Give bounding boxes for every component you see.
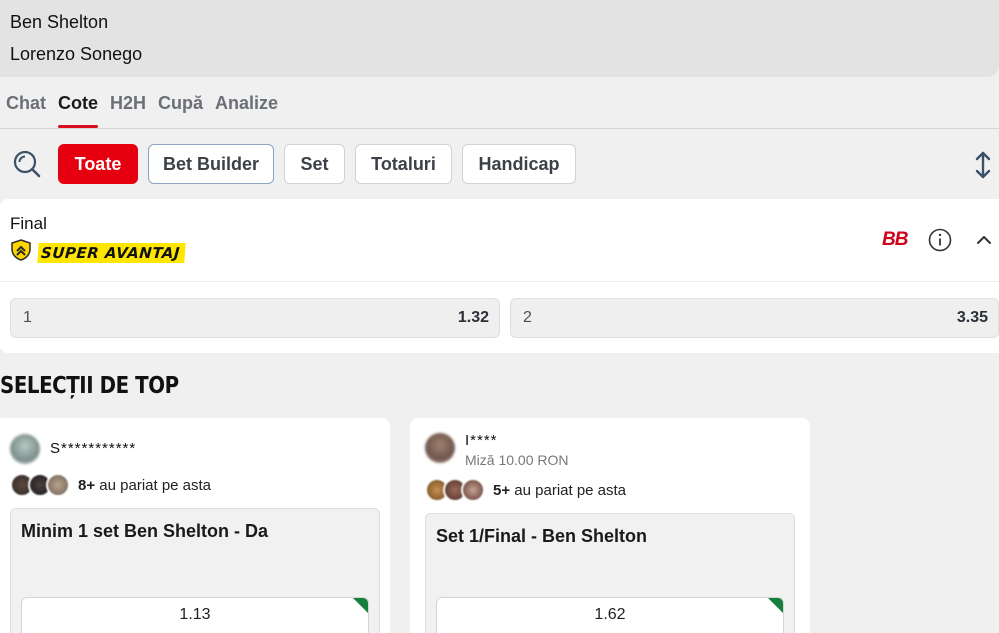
search-icon[interactable] <box>10 147 44 181</box>
green-flag-icon <box>768 598 783 613</box>
tab-h2h[interactable]: H2H <box>104 78 152 128</box>
sort-icon[interactable] <box>970 150 996 180</box>
odd-label: 1 <box>23 309 32 326</box>
player-1-name: Ben Shelton <box>10 12 109 32</box>
market-filters: Toate Bet Builder Set Totaluri Handicap <box>0 144 999 184</box>
selection-odd-value: 1.62 <box>594 606 626 623</box>
filter-bet-builder[interactable]: Bet Builder <box>148 144 274 184</box>
market-title: Final <box>10 214 47 233</box>
selection-box: Minim 1 set Ben Shelton - Da 1.13 <box>10 508 380 633</box>
match-header: Ben Shelton Lorenzo Sonego <box>0 0 999 77</box>
green-flag-icon <box>353 598 368 613</box>
bettors-row: 8+ au pariat pe asta <box>10 473 211 497</box>
bettors-count: 8+ <box>78 476 96 494</box>
user-name: S*********** <box>50 440 137 457</box>
filter-totaluri[interactable]: Totaluri <box>355 144 452 184</box>
filter-toate[interactable]: Toate <box>58 144 138 184</box>
selection-card: I**** Miză 10.00 RON 5+ au pariat pe ast… <box>410 418 810 633</box>
chevron-up-icon[interactable] <box>974 230 994 250</box>
avatar <box>46 473 70 497</box>
tab-cupa[interactable]: Cupă <box>152 78 209 128</box>
selection-title: Set 1/Final - Ben Shelton <box>436 526 648 546</box>
divider <box>0 281 999 282</box>
odd-value: 3.35 <box>956 309 988 326</box>
tab-chat[interactable]: Chat <box>0 78 52 128</box>
avatar <box>10 434 40 464</box>
selection-card: S*********** 8+ au pariat pe asta Minim … <box>0 418 390 633</box>
selection-odd-button[interactable]: 1.62 <box>436 597 784 633</box>
selection-odd-button[interactable]: 1.13 <box>21 597 369 633</box>
bettors-text: 5+ au pariat pe asta <box>493 482 626 499</box>
bettors-count: 5+ <box>493 481 511 499</box>
odd-value: 1.32 <box>457 309 489 326</box>
bettors-row: 5+ au pariat pe asta <box>425 478 626 502</box>
bettors-label: au pariat pe asta <box>99 476 212 494</box>
player-2-name: Lorenzo Sonego <box>10 44 143 64</box>
tab-cote[interactable]: Cote <box>52 78 104 128</box>
super-avantaj-badge: SUPER AVANTAJ <box>10 239 186 266</box>
selection-box: Set 1/Final - Ben Shelton 1.62 <box>425 513 795 633</box>
avatar <box>425 433 455 463</box>
filter-set[interactable]: Set <box>284 144 345 184</box>
odd-button-1[interactable]: 1 1.32 <box>10 298 500 338</box>
bettors-text: 8+ au pariat pe asta <box>78 477 211 494</box>
bettors-label: au pariat pe asta <box>514 481 627 499</box>
super-avantaj-label: SUPER AVANTAJ <box>37 242 186 263</box>
odd-label: 2 <box>523 309 532 326</box>
shield-icon <box>10 239 32 266</box>
match-tabs: Chat Cote H2H Cupă Analize <box>0 78 999 129</box>
selection-odd-value: 1.13 <box>179 606 211 623</box>
tab-analize[interactable]: Analize <box>209 78 284 128</box>
avatar <box>461 478 485 502</box>
stake-amount: Miză 10.00 RON <box>465 452 569 468</box>
filter-handicap[interactable]: Handicap <box>462 144 576 184</box>
user-name: I**** <box>465 432 498 449</box>
selection-title: Minim 1 set Ben Shelton - Da <box>21 521 269 541</box>
odd-button-2[interactable]: 2 3.35 <box>510 298 999 338</box>
top-selections-title: SELECȚII DE TOP <box>0 373 179 399</box>
info-icon[interactable] <box>928 228 952 252</box>
market-final: Final SUPER AVANTAJ BB 1 1.32 2 3.35 <box>0 199 999 353</box>
bet-builder-icon[interactable]: BB <box>882 229 908 251</box>
